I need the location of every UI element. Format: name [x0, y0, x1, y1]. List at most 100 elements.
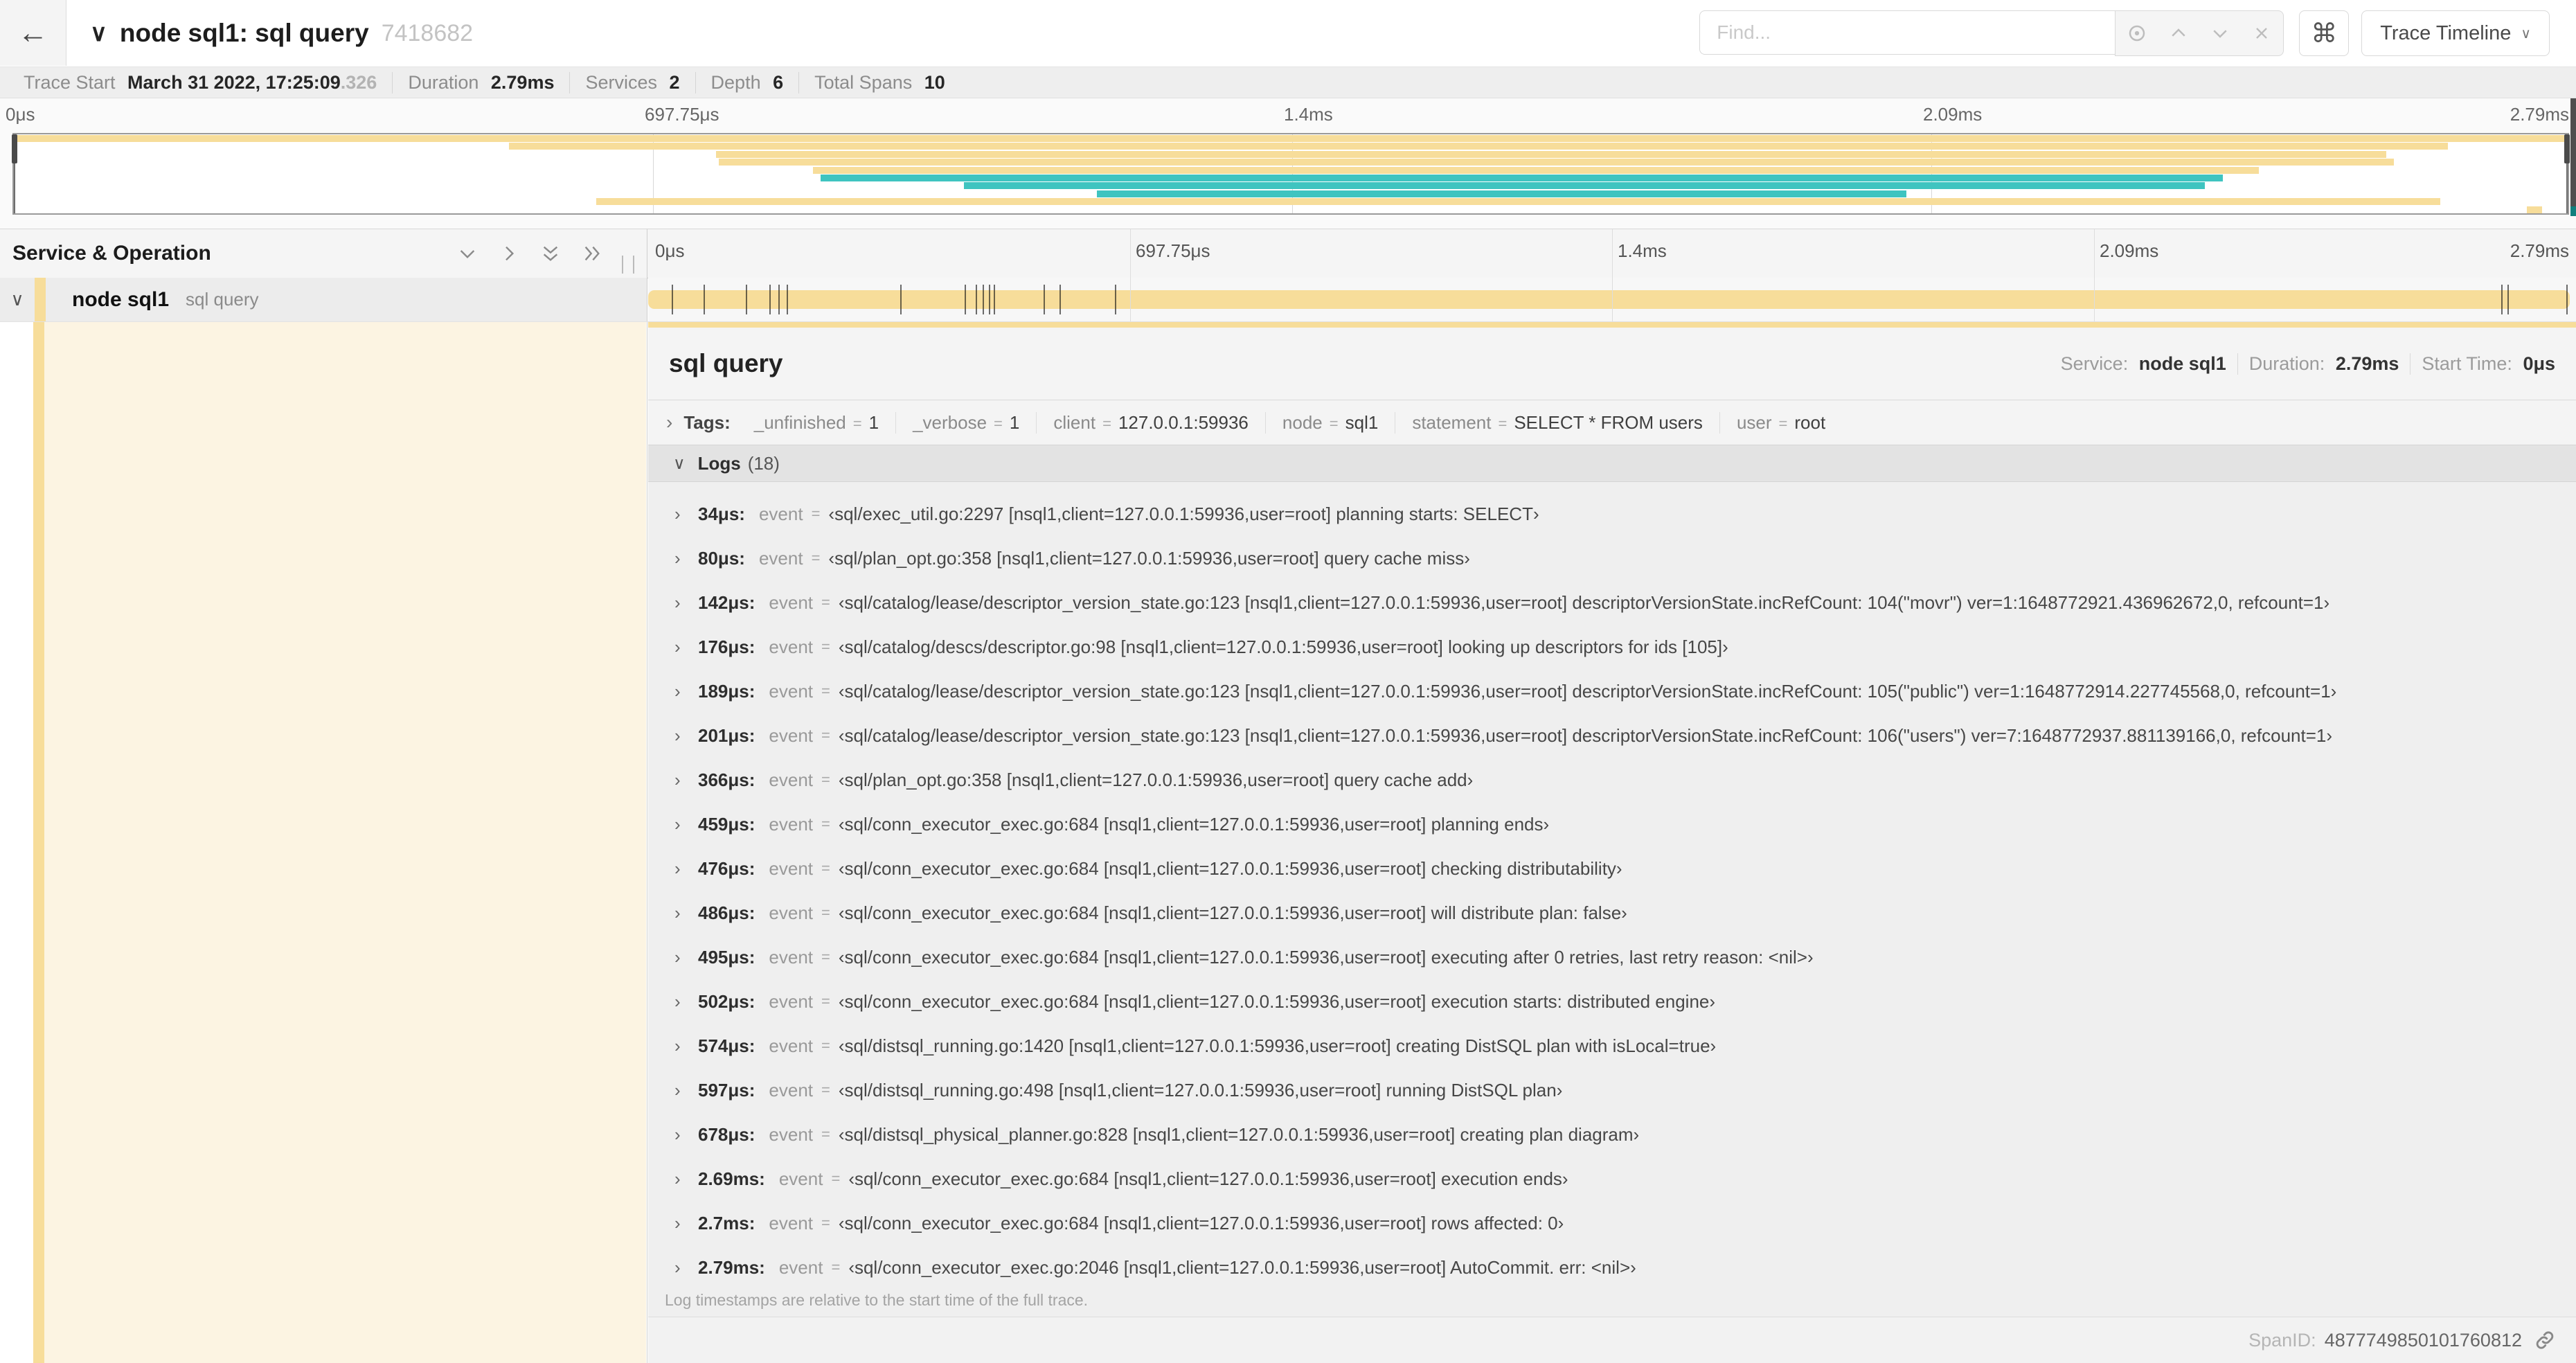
span-operation-name: sql query — [186, 289, 259, 310]
chevron-right-icon[interactable]: › — [674, 947, 698, 968]
minimap-canvas[interactable] — [12, 133, 2570, 215]
log-entry[interactable]: › 678μs: event = ‹sql/distsql_physical_plann… — [674, 1112, 2576, 1157]
chevron-right-icon[interactable]: › — [674, 902, 698, 924]
chevron-down-icon[interactable]: ∨ — [673, 454, 686, 474]
next-match-icon[interactable] — [2208, 21, 2232, 45]
logs-section-header[interactable]: ∨ Logs (18) — [648, 445, 2576, 482]
span-log-marker[interactable] — [2507, 285, 2510, 314]
timeline-tick-label: 1.4ms — [1284, 104, 1333, 125]
viewport-scrubber-left-handle[interactable] — [12, 134, 17, 163]
span-id-label: SpanID: — [2248, 1329, 2316, 1351]
chevron-right-icon[interactable]: › — [674, 1080, 698, 1101]
log-entry[interactable]: › 476μs: event = ‹sql/conn_executor_exec.go:… — [674, 846, 2576, 891]
chevron-right-icon[interactable]: › — [674, 504, 698, 525]
span-id-value: 4877749850101760812 — [2324, 1329, 2522, 1351]
span-log-marker[interactable] — [778, 285, 780, 314]
timeline-tick-label: 0μs — [6, 104, 35, 125]
log-entry[interactable]: › 486μs: event = ‹sql/conn_executor_exec.go:… — [674, 891, 2576, 935]
find-input[interactable] — [1699, 10, 2116, 55]
chevron-right-icon[interactable]: › — [674, 1124, 698, 1146]
log-entry[interactable]: › 597μs: event = ‹sql/distsql_running.go:498… — [674, 1068, 2576, 1112]
span-log-marker[interactable] — [769, 285, 771, 314]
span-log-marker[interactable] — [900, 285, 902, 314]
viewport-scrubber-right-handle[interactable] — [2564, 134, 2570, 163]
chevron-right-icon[interactable]: › — [674, 681, 698, 702]
chevron-right-icon[interactable]: › — [674, 548, 698, 569]
clear-find-icon[interactable] — [2250, 21, 2273, 45]
chevron-right-icon[interactable]: › — [674, 725, 698, 747]
summary-item: Services 2 — [570, 71, 696, 93]
span-log-marker[interactable] — [2501, 285, 2503, 314]
span-log-marker[interactable] — [983, 285, 985, 314]
log-entry[interactable]: › 495μs: event = ‹sql/conn_executor_exec.go:… — [674, 935, 2576, 979]
span-log-marker[interactable] — [994, 285, 996, 314]
log-entry[interactable]: › 189μs: event = ‹sql/catalog/lease/descript… — [674, 669, 2576, 713]
detail-operation-title: sql query — [669, 349, 783, 377]
log-entry[interactable]: › 80μs: event = ‹sql/plan_opt.go:358 [nsql1,… — [674, 536, 2576, 580]
log-entry[interactable]: › 142μs: event = ‹sql/catalog/lease/descript… — [674, 580, 2576, 625]
span-log-marker[interactable] — [1059, 285, 1061, 314]
span-log-marker[interactable] — [989, 285, 991, 314]
deep-link-icon[interactable] — [2533, 1328, 2557, 1352]
chevron-right-icon[interactable]: › — [674, 1168, 698, 1190]
chevron-down-icon[interactable]: ∨ — [90, 19, 107, 47]
chevron-right-icon[interactable]: › — [674, 636, 698, 658]
collapse-all-icon[interactable] — [539, 242, 562, 265]
minimap-tick-labels: 0μs 697.75μs 1.4ms 2.09ms 2.79ms — [0, 104, 2576, 132]
expand-one-icon[interactable] — [497, 242, 521, 265]
chevron-right-icon[interactable]: › — [674, 814, 698, 835]
timeline-gridline — [1612, 278, 1613, 321]
log-entry[interactable]: › 2.7ms: event = ‹sql/conn_executor_exec.go:… — [674, 1201, 2576, 1245]
log-entry[interactable]: › 201μs: event = ‹sql/catalog/lease/descript… — [674, 713, 2576, 758]
span-log-marker[interactable] — [964, 285, 966, 314]
span-log-marker[interactable] — [2566, 285, 2568, 314]
chevron-right-icon[interactable]: › — [674, 991, 698, 1013]
span-log-marker[interactable] — [746, 285, 748, 314]
chevron-right-icon[interactable]: › — [674, 858, 698, 880]
chevron-right-icon[interactable]: › — [666, 411, 672, 434]
focus-match-icon[interactable] — [2125, 21, 2149, 45]
span-log-marker[interactable] — [671, 285, 673, 314]
log-entry[interactable]: › 2.69ms: event = ‹sql/conn_executor_exec.go… — [674, 1157, 2576, 1201]
back-button[interactable]: ← — [0, 0, 66, 66]
trace-minimap: 0μs 697.75μs 1.4ms 2.09ms 2.79ms — [0, 98, 2576, 229]
collapse-one-icon[interactable] — [456, 242, 479, 265]
log-entry[interactable]: › 502μs: event = ‹sql/conn_executor_exec.go:… — [674, 979, 2576, 1024]
summary-item: Total Spans 10 — [814, 71, 945, 93]
find-icon-group — [2115, 10, 2284, 56]
log-entry[interactable]: › 34μs: event = ‹sql/exec_util.go:2297 [nsql… — [674, 492, 2576, 536]
span-log-marker[interactable] — [1115, 285, 1117, 314]
log-entry[interactable]: › 459μs: event = ‹sql/conn_executor_exec.go:… — [674, 802, 2576, 846]
timeline-gridline — [2094, 229, 2095, 278]
span-log-marker[interactable] — [786, 285, 788, 314]
chevron-right-icon[interactable]: › — [674, 769, 698, 791]
column-resizer-handle[interactable] — [622, 256, 634, 274]
tags-row[interactable]: › Tags: _unfinished = 1 _verbose = 1 client = 12… — [648, 400, 2576, 445]
detail-meta-item: Duration: 2.79ms — [2238, 353, 2411, 375]
expand-all-icon[interactable] — [580, 242, 604, 265]
log-entry[interactable]: › 574μs: event = ‹sql/distsql_running.go:142… — [674, 1024, 2576, 1068]
tag-item: statement = SELECT * FROM users — [1395, 411, 1720, 434]
chevron-right-icon[interactable]: › — [674, 1035, 698, 1057]
log-entry[interactable]: › 366μs: event = ‹sql/plan_opt.go:358 [nsql1… — [674, 758, 2576, 802]
span-log-marker[interactable] — [1043, 285, 1045, 314]
span-log-marker[interactable] — [976, 285, 978, 314]
log-entry[interactable]: › 2.79ms: event = ‹sql/conn_executor_exec.go… — [674, 1245, 2576, 1290]
chevron-down-icon[interactable]: ∨ — [0, 289, 35, 310]
find-group — [1699, 10, 2284, 56]
span-duration-bar[interactable] — [648, 290, 2570, 309]
scrollbar-thumb[interactable] — [2570, 98, 2576, 206]
span-row-node-sql1[interactable]: ∨ node sql1 sql query — [0, 278, 2576, 322]
prev-match-icon[interactable] — [2167, 21, 2190, 45]
chevron-right-icon[interactable]: › — [674, 1213, 698, 1234]
view-selector-button[interactable]: Trace Timeline ∨ — [2361, 10, 2550, 56]
chevron-right-icon[interactable]: › — [674, 1257, 698, 1279]
log-entry[interactable]: › 176μs: event = ‹sql/catalog/descs/descript… — [674, 625, 2576, 669]
span-name-column[interactable]: ∨ node sql1 sql query — [0, 278, 647, 321]
span-bar-cell[interactable] — [648, 278, 2576, 321]
minimap-span-bar — [963, 182, 2206, 190]
chevron-right-icon[interactable]: › — [674, 592, 698, 614]
minimap-span-bar — [509, 143, 2448, 150]
span-log-marker[interactable] — [703, 285, 705, 314]
keyboard-shortcuts-button[interactable]: ⌘ — [2299, 10, 2350, 56]
